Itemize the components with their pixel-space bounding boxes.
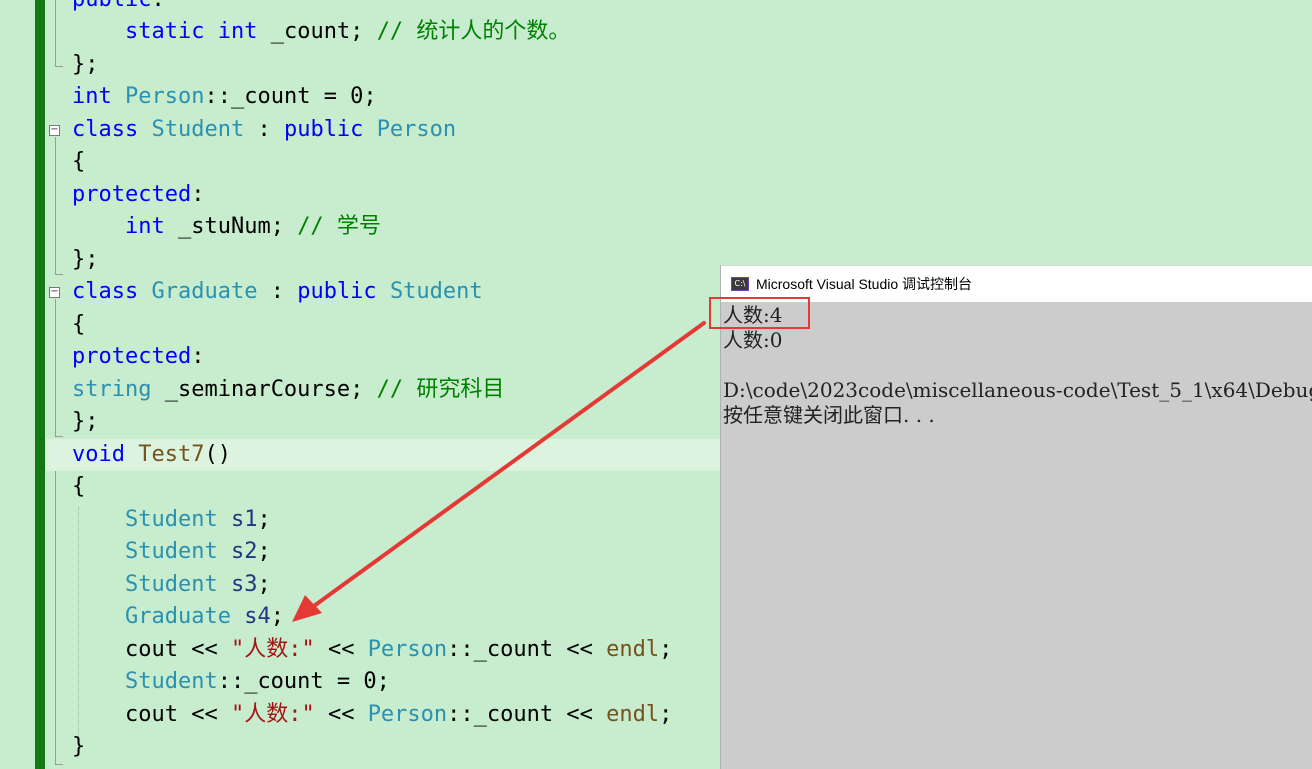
annotation-arrow bbox=[292, 321, 706, 622]
